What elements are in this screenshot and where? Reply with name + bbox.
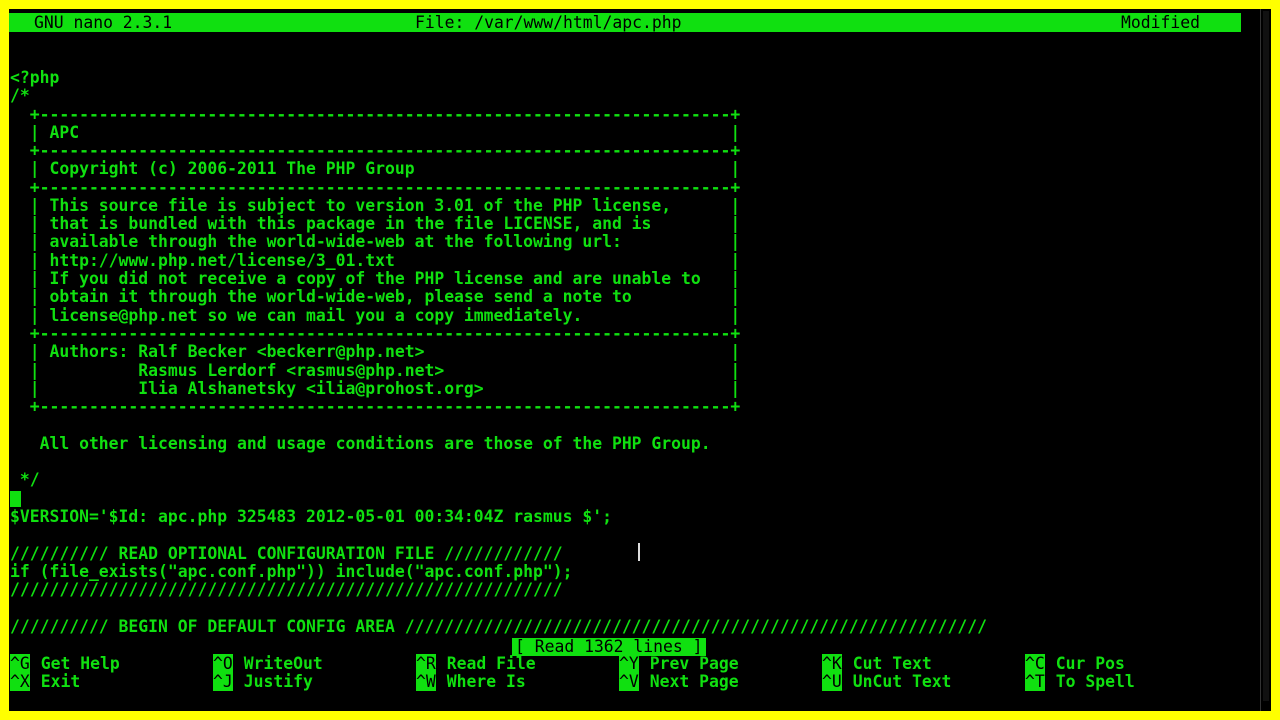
shortcut-key: ^J xyxy=(213,672,233,691)
editor-line-10[interactable]: | available through the world-wide-web a… xyxy=(10,233,741,251)
shortcut-get-help[interactable]: ^G Get Help xyxy=(10,654,120,673)
shortcut-label: To Spell xyxy=(1055,672,1135,691)
shortcut-writeout[interactable]: ^O WriteOut xyxy=(213,654,323,673)
shortcut-label: Get Help xyxy=(40,654,120,673)
shortcut-prev-page[interactable]: ^Y Prev Page xyxy=(619,654,739,673)
editor-line-14[interactable]: | license@php.net so we can mail you a c… xyxy=(10,307,741,325)
shortcut-key: ^G xyxy=(10,654,30,673)
shortcut-label: WriteOut xyxy=(243,654,323,673)
mouse-ibeam-cursor xyxy=(638,543,640,561)
shortcut-label: UnCut Text xyxy=(852,672,952,691)
editor-line-17[interactable]: | Rasmus Lerdorf <rasmus@php.net> | xyxy=(10,362,741,380)
shortcut-key: ^K xyxy=(822,654,842,673)
editor-line-31[interactable]: ////////// BEGIN OF DEFAULT CONFIG AREA … xyxy=(10,618,987,636)
editor-line-11[interactable]: | http://www.php.net/license/3_01.txt | xyxy=(10,252,741,270)
modified-indicator: Modified xyxy=(1121,13,1200,32)
shortcut-label: Cur Pos xyxy=(1055,654,1125,673)
shortcut-key: ^T xyxy=(1025,672,1045,691)
shortcut-label: Justify xyxy=(243,672,313,691)
shortcut-next-page[interactable]: ^V Next Page xyxy=(619,672,739,691)
shortcut-key: ^X xyxy=(10,672,30,691)
shortcut-key: ^V xyxy=(619,672,639,691)
shortcut-label: Where Is xyxy=(446,672,526,691)
shortcut-cur-pos[interactable]: ^C Cur Pos xyxy=(1025,654,1125,673)
editor-line-9[interactable]: | that is bundled with this package in t… xyxy=(10,215,741,233)
scrollbar-thumb[interactable] xyxy=(1263,11,1269,701)
editor-line-21[interactable]: All other licensing and usage conditions… xyxy=(10,435,711,453)
shortcut-justify[interactable]: ^J Justify xyxy=(213,672,313,691)
terminal-window[interactable]: GNU nano 2.3.1 File: /var/www/html/apc.p… xyxy=(9,9,1271,711)
shortcut-read-file[interactable]: ^R Read File xyxy=(416,654,536,673)
editor-line-8[interactable]: | This source file is subject to version… xyxy=(10,197,741,215)
editor-line-5[interactable]: +---------------------------------------… xyxy=(10,142,741,160)
shortcut-cut-text[interactable]: ^K Cut Text xyxy=(822,654,932,673)
editor-line-19[interactable]: +---------------------------------------… xyxy=(10,398,741,416)
editor-line-1[interactable]: <?php xyxy=(10,69,59,87)
shortcut-key: ^C xyxy=(1025,654,1045,673)
shortcut-key: ^W xyxy=(416,672,436,691)
editor-line-23[interactable]: */ xyxy=(10,471,40,489)
editor-line-2[interactable]: /* xyxy=(10,87,30,105)
vertical-scrollbar[interactable] xyxy=(1260,9,1271,711)
shortcut-label: Prev Page xyxy=(649,654,739,673)
app-version: GNU nano 2.3.1 xyxy=(34,13,173,32)
file-path: File: /var/www/html/apc.php xyxy=(415,13,682,32)
shortcut-label: Read File xyxy=(446,654,536,673)
shortcut-key: ^Y xyxy=(619,654,639,673)
shortcut-label: Cut Text xyxy=(852,654,932,673)
editor-line-27[interactable]: ////////// READ OPTIONAL CONFIGURATION F… xyxy=(10,545,563,563)
editor-line-3[interactable]: +---------------------------------------… xyxy=(10,106,741,124)
shortcut-label: Next Page xyxy=(649,672,739,691)
editor-line-29[interactable]: ////////////////////////////////////////… xyxy=(10,581,563,599)
shortcut-to-spell[interactable]: ^T To Spell xyxy=(1025,672,1135,691)
editor-line-15[interactable]: +---------------------------------------… xyxy=(10,325,741,343)
editor-line-18[interactable]: | Ilia Alshanetsky <ilia@prohost.org> | xyxy=(10,380,741,398)
shortcut-where-is[interactable]: ^W Where Is xyxy=(416,672,526,691)
editor-line-13[interactable]: | obtain it through the world-wide-web, … xyxy=(10,288,741,306)
editor-line-6[interactable]: | Copyright (c) 2006-2011 The PHP Group … xyxy=(10,160,741,178)
shortcut-key: ^O xyxy=(213,654,233,673)
shortcut-key: ^U xyxy=(822,672,842,691)
editor-line-7[interactable]: +---------------------------------------… xyxy=(10,179,741,197)
editor-line-12[interactable]: | If you did not receive a copy of the P… xyxy=(10,270,741,288)
shortcut-uncut-text[interactable]: ^U UnCut Text xyxy=(822,672,952,691)
shortcut-label: Exit xyxy=(40,672,81,691)
shortcut-key: ^R xyxy=(416,654,436,673)
editor-line-25[interactable]: $VERSION='$Id: apc.php 325483 2012-05-01… xyxy=(10,508,612,526)
editor-line-28[interactable]: if (file_exists("apc.conf.php")) include… xyxy=(10,563,572,581)
editor-line-4[interactable]: | APC | xyxy=(10,124,741,142)
shortcut-exit[interactable]: ^X Exit xyxy=(10,672,81,691)
text-cursor xyxy=(10,491,21,507)
editor-line-16[interactable]: | Authors: Ralf Becker <beckerr@php.net>… xyxy=(10,343,741,361)
title-bar: GNU nano 2.3.1 File: /var/www/html/apc.p… xyxy=(9,13,1241,32)
